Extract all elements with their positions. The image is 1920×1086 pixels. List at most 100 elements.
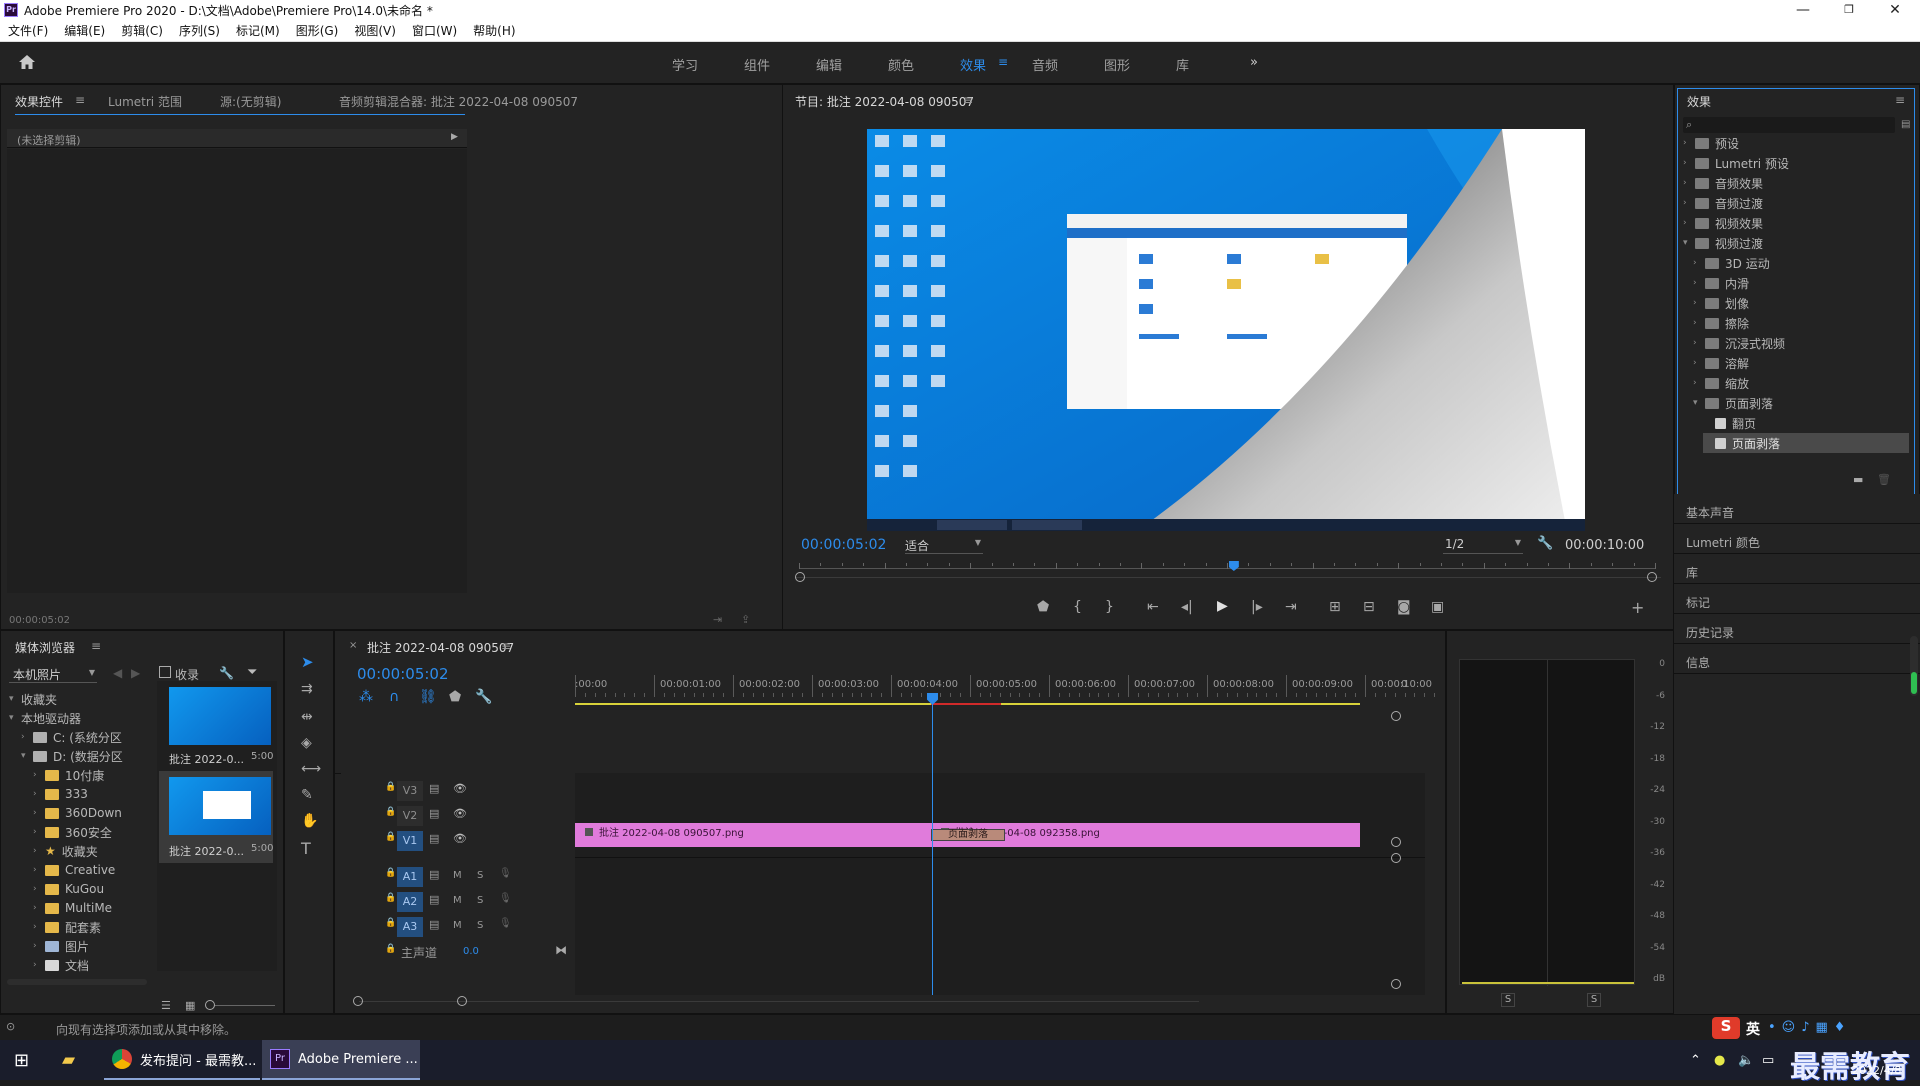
filter-icon[interactable]: ⇥	[713, 613, 722, 626]
tab-lumetri-scopes[interactable]: Lumetri 范围	[108, 93, 182, 110]
effects-tree-item[interactable]: › 溶解	[1693, 353, 1909, 373]
step-back-icon[interactable]: ◂|	[1181, 599, 1193, 615]
workspace-libraries[interactable]: 库	[1176, 55, 1189, 74]
timeline-menu-icon[interactable]: ≡	[501, 639, 511, 653]
workspace-audio[interactable]: 音频	[1032, 55, 1058, 74]
v-zoom-handle[interactable]	[1391, 837, 1401, 847]
media-tree-item[interactable]: ▾ D: (数据分区	[21, 746, 149, 766]
zoom-slider-track[interactable]	[215, 1005, 275, 1006]
export-icon[interactable]: ⇪	[741, 613, 750, 626]
expand-arrow-icon[interactable]: ▶	[451, 132, 458, 142]
windows-start-icon[interactable]: ⊞	[14, 1040, 29, 1080]
menu-edit[interactable]: 编辑(E)	[56, 22, 113, 39]
workspace-editing[interactable]: 编辑	[816, 55, 842, 74]
sync-lock-icon[interactable]: ▤	[429, 868, 439, 881]
extract-icon[interactable]: ⊟	[1363, 599, 1375, 615]
effects-tree-item[interactable]: ▾ 页面剥落	[1693, 393, 1909, 413]
lift-icon[interactable]: ⊞	[1329, 599, 1341, 615]
media-tree-item[interactable]: › 配套素	[33, 917, 149, 937]
add-marker-icon[interactable]: ⬟	[449, 689, 461, 705]
pen-tool-icon[interactable]: ✎	[301, 787, 313, 803]
menu-window[interactable]: 窗口(W)	[404, 22, 465, 39]
back-arrow-icon[interactable]: ◀	[113, 666, 122, 680]
program-playhead[interactable]	[1228, 561, 1239, 571]
ingest-checkbox[interactable]	[159, 666, 171, 678]
thumbnail-item[interactable]: 批注 2022-0... 5:00	[165, 687, 273, 769]
effects-tree-item[interactable]: › 内滑	[1693, 273, 1909, 293]
media-browser-title[interactable]: 媒体浏览器	[15, 639, 75, 656]
go-to-in-icon[interactable]: ⇤	[1147, 599, 1159, 615]
media-tree-item[interactable]: › 333	[33, 784, 149, 804]
a-zoom-handle[interactable]	[1391, 979, 1401, 989]
button-editor-plus-icon[interactable]: +	[1631, 598, 1644, 617]
toggle-output-eye-icon[interactable]: 👁	[453, 832, 467, 845]
ime-toolbar-icons[interactable]: •☺♪▦♦	[1768, 1020, 1851, 1035]
effects-tree-item[interactable]: 翻页	[1703, 413, 1909, 433]
ingest-settings-wrench-icon[interactable]: 🔧	[219, 666, 234, 680]
effects-tree-item[interactable]: › 音频效果	[1683, 173, 1909, 193]
media-browser-menu-icon[interactable]: ≡	[91, 639, 101, 653]
program-menu-icon[interactable]: ≡	[963, 93, 973, 107]
track-target-toggle[interactable]: V1	[397, 831, 423, 851]
panel-info[interactable]: 信息	[1674, 644, 1920, 674]
play-icon[interactable]: ▶	[1217, 598, 1228, 614]
effects-tree-item[interactable]: › 沉浸式视频	[1693, 333, 1909, 353]
track-area[interactable]	[575, 773, 1425, 995]
settings-wrench-icon[interactable]: 🔧	[1537, 536, 1553, 551]
track-target-toggle[interactable]: A1	[397, 867, 423, 887]
go-to-point-icon[interactable]: ⧓	[555, 943, 567, 957]
solo-track-button[interactable]: S	[477, 895, 483, 906]
selection-tool-icon[interactable]: ➤	[301, 653, 314, 671]
zoom-handle-right[interactable]	[1647, 572, 1657, 582]
voice-over-record-icon[interactable]: 🎙	[499, 893, 512, 904]
media-tree-item[interactable]: › Creative	[33, 860, 149, 880]
menu-graphics[interactable]: 图形(G)	[288, 22, 347, 39]
new-custom-bin-icon[interactable]: ▬	[1853, 473, 1863, 486]
effects-tree-item[interactable]: › 3D 运动	[1693, 253, 1909, 273]
tab-source[interactable]: 源:(无剪辑)	[220, 93, 281, 110]
fit-select[interactable]: 适合 ▼	[905, 536, 983, 554]
solo-track-button[interactable]: S	[477, 870, 483, 881]
taskbar-chrome[interactable]: 发布提问 - 最需教...	[104, 1040, 260, 1080]
track-lock-icon[interactable]: 🔒	[385, 782, 396, 792]
add-marker-icon[interactable]: ⬟	[1037, 599, 1049, 615]
step-forward-icon[interactable]: |▸	[1251, 599, 1263, 615]
list-view-icon[interactable]: ☰	[161, 999, 171, 1012]
filter-funnel-icon[interactable]: ⏷	[247, 665, 257, 680]
h-zoom-handle-left[interactable]	[353, 996, 363, 1006]
workspace-overflow-icon[interactable]: »	[1250, 55, 1258, 70]
track-target-toggle[interactable]: A2	[397, 892, 423, 912]
media-tree-item[interactable]: › 360安全	[33, 822, 149, 842]
panel-menu-icon[interactable]: ≡	[75, 93, 85, 107]
mark-out-icon[interactable]: }	[1105, 599, 1114, 615]
close-button[interactable]: ✕	[1872, 0, 1918, 20]
panel-scrollbar[interactable]	[1910, 636, 1918, 696]
workspace-graphics[interactable]: 图形	[1104, 55, 1130, 74]
solo-track-button[interactable]: S	[477, 920, 483, 931]
menu-sequence[interactable]: 序列(S)	[171, 22, 228, 39]
track-lock-icon[interactable]: 🔒	[385, 944, 396, 954]
a-zoom-handle[interactable]	[1391, 853, 1401, 863]
maximize-button[interactable]: ❐	[1826, 0, 1872, 20]
track-lock-icon[interactable]: 🔒	[385, 918, 396, 928]
go-to-out-icon[interactable]: ⇥	[1285, 599, 1297, 615]
media-tree-item[interactable]: › C: (系统分区	[21, 727, 149, 747]
sync-lock-icon[interactable]: ▤	[429, 918, 439, 931]
track-lock-icon[interactable]: 🔒	[385, 868, 396, 878]
solo-right-button[interactable]: S	[1587, 993, 1601, 1007]
delete-custom-item-icon[interactable]: 🗑	[1877, 473, 1891, 486]
panel-markers[interactable]: 标记	[1674, 584, 1920, 614]
sequence-tab[interactable]: 批注 2022-04-08 090507	[367, 639, 514, 656]
page-peel-transition[interactable]: 页面剥落	[931, 829, 1005, 841]
toggle-output-eye-icon[interactable]: 👁	[453, 807, 467, 820]
media-tree-item[interactable]: ▾ 本地驱动器	[9, 708, 149, 728]
effects-tree-item[interactable]: › Lumetri 预设	[1683, 153, 1909, 173]
workspace-menu-icon[interactable]: ≡	[998, 55, 1008, 69]
panel-essential-sound[interactable]: 基本声音	[1674, 494, 1920, 524]
track-lock-icon[interactable]: 🔒	[385, 807, 396, 817]
panel-libraries[interactable]: 库	[1674, 554, 1920, 584]
master-volume-value[interactable]: 0.0	[463, 946, 479, 957]
panel-lumetri-color[interactable]: Lumetri 颜色	[1674, 524, 1920, 554]
workspace-color[interactable]: 颜色	[888, 55, 914, 74]
workspace-learning[interactable]: 学习	[672, 55, 698, 74]
